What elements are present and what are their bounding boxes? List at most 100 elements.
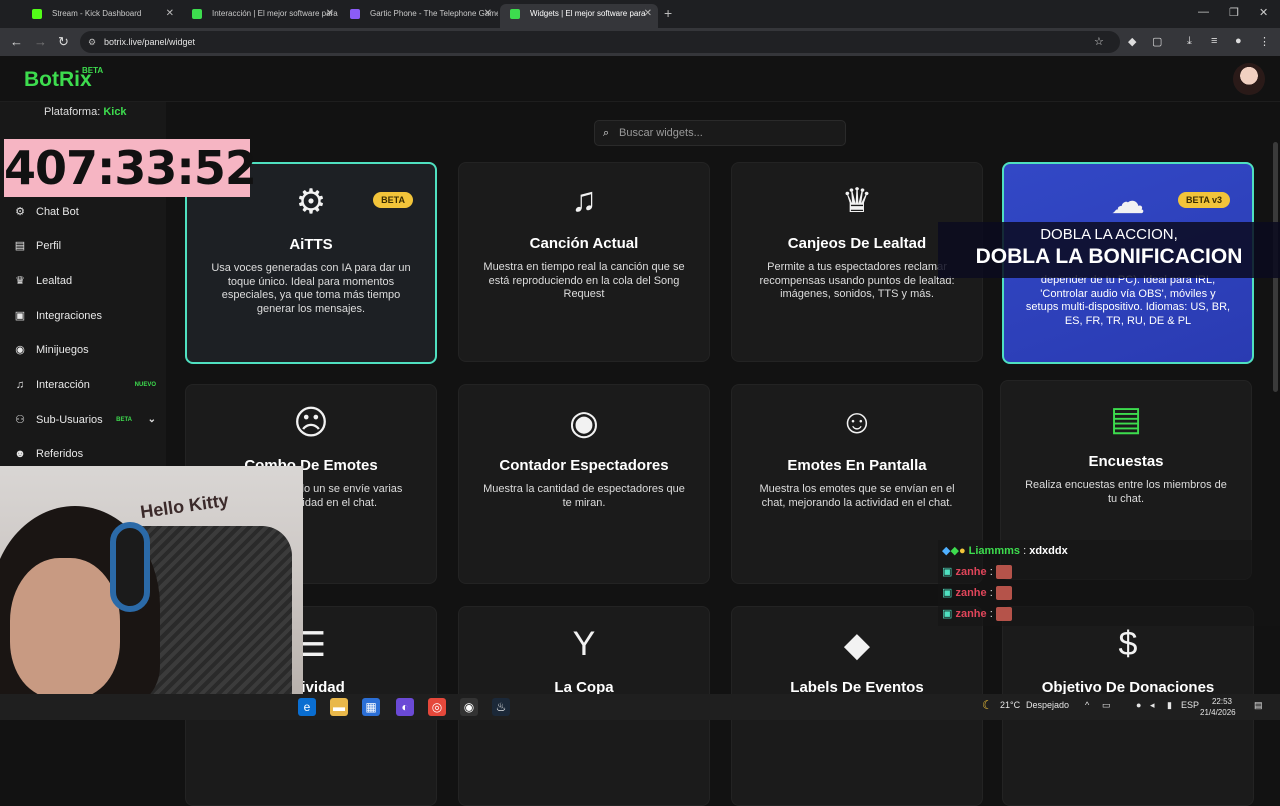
close-window-icon[interactable]: ✕ bbox=[1259, 6, 1268, 19]
promo-banner: DOBLA LA ACCION, DOBLA LA BONIFICACION bbox=[938, 222, 1280, 278]
chat-separator: : bbox=[989, 587, 993, 599]
search-widgets-input[interactable]: ⌕ Buscar widgets... bbox=[594, 120, 846, 146]
sidebar-item-lealtad[interactable]: ♛ Lealtad bbox=[12, 271, 162, 291]
tray-chevron-icon[interactable]: ^ bbox=[1085, 700, 1089, 710]
sidebar-item-label: Referidos bbox=[36, 448, 84, 460]
chrome-icon[interactable]: ◎ bbox=[428, 698, 446, 716]
sidebar-item-minijuegos[interactable]: ◉ Minijuegos bbox=[12, 340, 162, 360]
moon-icon: ☾ bbox=[982, 698, 993, 712]
sidebar-item-chat-bot[interactable]: ⚙ Chat Bot bbox=[12, 202, 162, 222]
volume-icon[interactable]: ◂ bbox=[1150, 700, 1155, 711]
tab-title: Interacción | El mejor software para bbox=[212, 9, 338, 18]
restore-icon[interactable]: ❐ bbox=[1229, 6, 1239, 19]
badge-icon: ▣ bbox=[942, 587, 953, 599]
gamepad-icon: ◉ bbox=[15, 344, 25, 356]
sidebar-item-label: Lealtad bbox=[36, 275, 73, 287]
user-avatar[interactable] bbox=[1233, 63, 1265, 95]
language-indicator[interactable]: ESP bbox=[1181, 700, 1199, 710]
store-icon[interactable]: ▦ bbox=[362, 698, 380, 716]
sidebar-item-perfil[interactable]: ▤ Perfil bbox=[12, 236, 162, 256]
widget-card-cancion-actual[interactable]: ♫ Canción Actual Muestra en tiempo real … bbox=[458, 162, 710, 362]
tab-close-icon[interactable]: ✕ bbox=[644, 4, 652, 24]
reload-icon[interactable]: ↻ bbox=[58, 34, 69, 50]
widget-description: Muestra la cantidad de espectadores que … bbox=[483, 483, 685, 509]
extension-icon[interactable]: ◆ bbox=[1128, 35, 1136, 48]
headphones-icon bbox=[110, 522, 150, 612]
tab-interaccion[interactable]: Interacción | El mejor software para ✕ bbox=[182, 4, 340, 28]
widget-card-contador-espectadores[interactable]: ◉ Contador Espectadores Muestra la canti… bbox=[458, 384, 710, 584]
file-explorer-icon[interactable]: ▬ bbox=[330, 698, 348, 716]
chat-username: Liammms bbox=[968, 545, 1021, 557]
sidebar-item-label: Perfil bbox=[36, 240, 62, 252]
edge-icon[interactable]: e bbox=[298, 698, 316, 716]
mic-icon[interactable]: ● bbox=[1136, 700, 1141, 710]
obs-icon[interactable]: ◉ bbox=[460, 698, 478, 716]
beta-badge: BETA bbox=[373, 192, 413, 208]
weather-desc[interactable]: Despejado bbox=[1026, 700, 1069, 710]
minimize-icon[interactable]: — bbox=[1198, 6, 1209, 18]
tab-widgets[interactable]: Widgets | El mejor software para ✕ bbox=[500, 4, 658, 28]
sidebar-item-integraciones[interactable]: ▣ Integraciones bbox=[12, 306, 162, 326]
chevron-down-icon[interactable]: ⌄ bbox=[148, 410, 156, 430]
forward-icon[interactable]: → bbox=[34, 34, 47, 49]
chat-message: ◆◆● Liammms : xdxddx bbox=[942, 542, 1068, 560]
back-icon[interactable]: ← bbox=[10, 34, 23, 49]
sidebar-item-label: Interacción bbox=[36, 379, 90, 391]
widget-description: Muestra los emotes que se envían en el c… bbox=[759, 483, 955, 509]
address-bar-row: ← → ↻ ⚙ botrix.live/panel/widget ☆ ◆ ▢ ⤓… bbox=[0, 28, 1280, 56]
sidebar-item-interaccion[interactable]: ♫ Interacción NUEVO bbox=[12, 375, 162, 395]
badge-icon: ● bbox=[958, 545, 966, 557]
chat-message: ▣ zanhe : bbox=[942, 584, 1012, 602]
chat-message: ▣ zanhe : bbox=[942, 605, 1012, 623]
profile-icon[interactable]: ● bbox=[1235, 35, 1242, 47]
widget-title: Canción Actual bbox=[529, 235, 639, 252]
widget-title: Encuestas bbox=[1088, 453, 1164, 470]
windows-taskbar: e ▬ ▦ ◐ ◎ ◉ ♨ ☾ 21°C Despejado ^ ▭ ● ◂ ▮… bbox=[0, 694, 1280, 720]
puzzle-icon[interactable]: ▢ bbox=[1152, 35, 1162, 48]
tab-close-icon[interactable]: ✕ bbox=[326, 4, 334, 24]
widget-description: Usa voces generadas con IA para dar un t… bbox=[211, 262, 411, 315]
integrations-icon: ▣ bbox=[14, 310, 26, 322]
browser-tab-bar: Stream - Kick Dashboard ✕ Interacción | … bbox=[0, 0, 1280, 28]
tab-close-icon[interactable]: ✕ bbox=[484, 4, 492, 24]
taskbar-clock[interactable]: 22:53 21/4/2026 bbox=[1200, 696, 1236, 718]
tab-close-icon[interactable]: ✕ bbox=[166, 4, 174, 24]
gartic-favicon-icon bbox=[350, 9, 360, 19]
site-info-icon[interactable]: ⚙ bbox=[88, 31, 96, 53]
badge-icon: ▣ bbox=[942, 566, 953, 578]
discord-icon[interactable]: ◐ bbox=[396, 698, 414, 716]
menu-icon[interactable]: ⋮ bbox=[1259, 35, 1270, 48]
chat-separator: : bbox=[989, 566, 993, 578]
tab-title: Widgets | El mejor software para bbox=[530, 9, 646, 18]
sidebar-item-label: Sub-Usuarios bbox=[36, 414, 103, 426]
tab-search-icon[interactable]: ≡ bbox=[1211, 35, 1217, 47]
widget-description: Muestra en tiempo real la canción que se… bbox=[483, 261, 685, 300]
network-icon[interactable]: ▭ bbox=[1102, 700, 1111, 711]
beta-badge: BETA bbox=[116, 417, 132, 423]
sidebar-item-label: Integraciones bbox=[36, 310, 103, 322]
bookmark-star-icon[interactable]: ☆ bbox=[1094, 35, 1104, 48]
beta-v3-badge: BETA v3 bbox=[1177, 192, 1230, 208]
search-placeholder: Buscar widgets... bbox=[619, 127, 703, 139]
steam-icon[interactable]: ♨ bbox=[492, 698, 510, 716]
chat-username: zanhe bbox=[955, 587, 987, 599]
emote-icon bbox=[995, 586, 1012, 601]
download-icon[interactable]: ⤓ bbox=[1187, 35, 1192, 48]
chat-separator: : bbox=[1023, 545, 1027, 557]
sidebar-item-referidos[interactable]: ☻ Referidos bbox=[12, 444, 162, 464]
sidebar-item-sub-usuarios[interactable]: ⚇ Sub-Usuarios BETA ⌄ bbox=[12, 410, 162, 430]
new-tab-button[interactable]: + bbox=[664, 5, 672, 21]
battery-icon[interactable]: ▮ bbox=[1167, 700, 1172, 711]
tab-kick-dashboard[interactable]: Stream - Kick Dashboard ✕ bbox=[22, 4, 180, 28]
users-icon: ⚇ bbox=[15, 414, 25, 426]
tab-gartic-phone[interactable]: Gartic Phone - The Telephone Game ✕ bbox=[340, 4, 498, 28]
tab-title: Stream - Kick Dashboard bbox=[52, 9, 142, 18]
emote-icon bbox=[995, 565, 1012, 580]
weather-temp[interactable]: 21°C bbox=[1000, 700, 1020, 710]
widget-title: AiTTS bbox=[289, 236, 333, 253]
emote-icon bbox=[995, 607, 1012, 622]
notification-icon[interactable]: ▤ bbox=[1254, 700, 1263, 711]
platform-indicator: Plataforma: Kick bbox=[44, 106, 127, 118]
widget-title: Emotes En Pantalla bbox=[787, 457, 927, 474]
url-field[interactable]: ⚙ botrix.live/panel/widget bbox=[80, 31, 1120, 53]
